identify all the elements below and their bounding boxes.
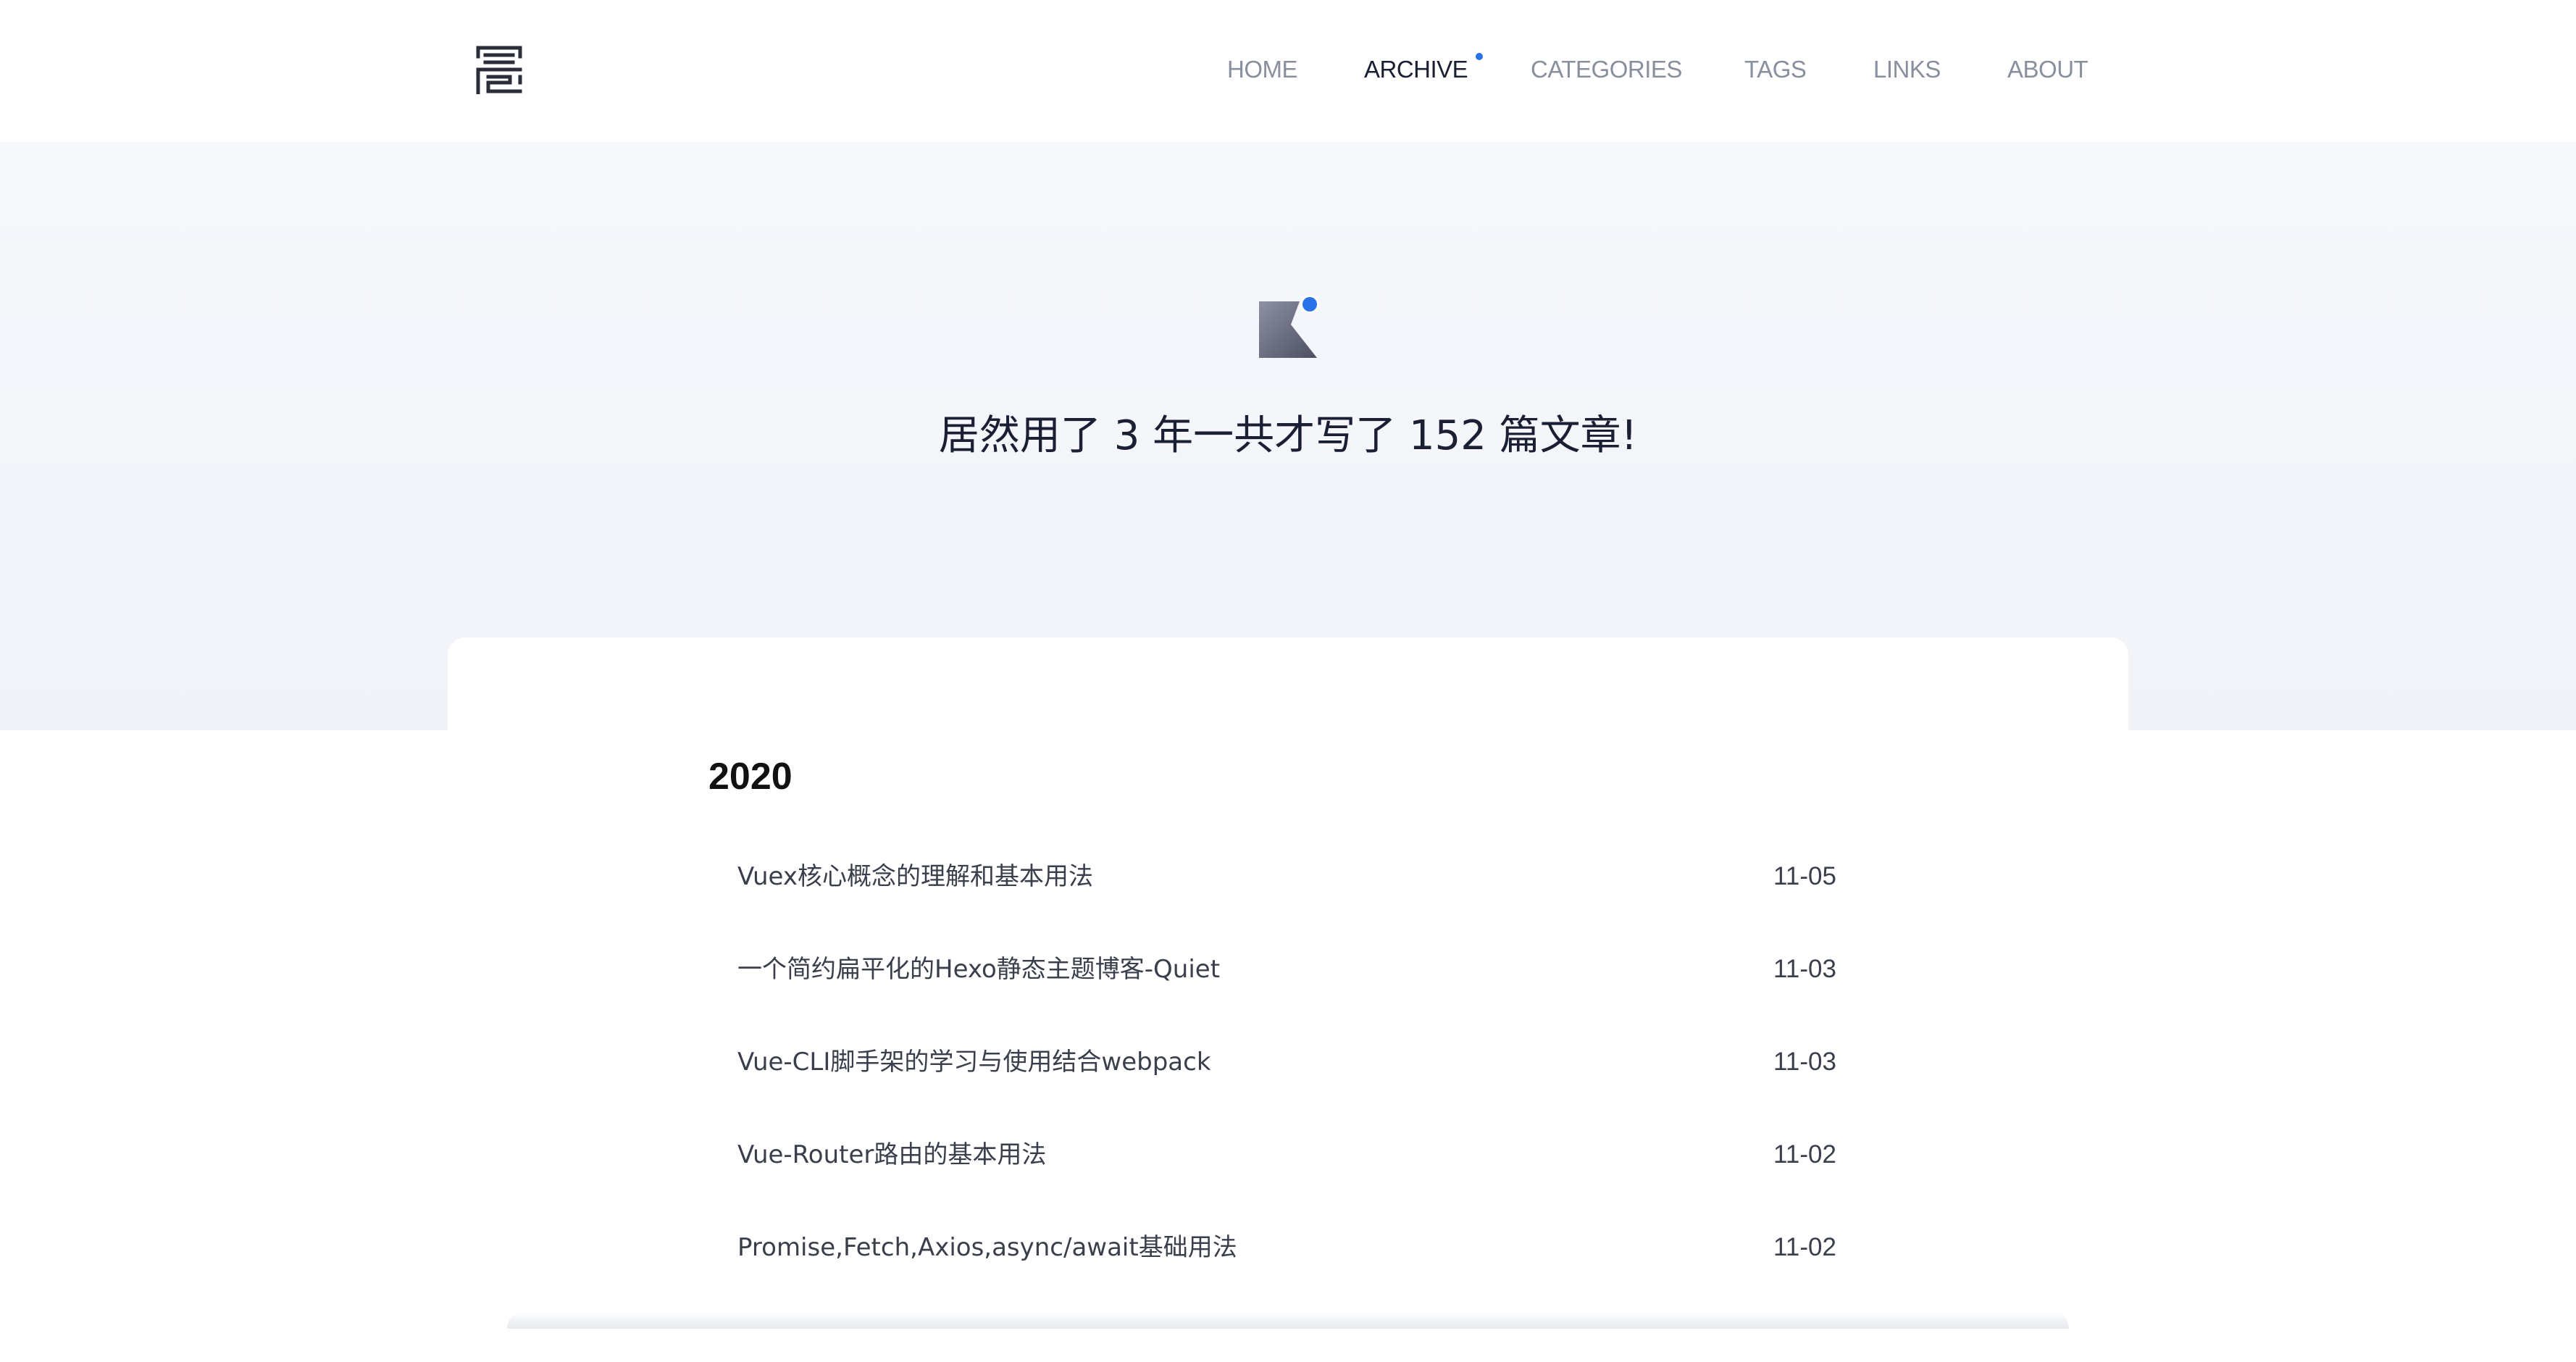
post-date: 11-03 <box>1773 1048 1836 1076</box>
post-item[interactable]: Vue-Router路由的基本用法 11-02 <box>737 1132 1839 1178</box>
post-date: 11-02 <box>1773 1233 1836 1261</box>
post-title[interactable]: 一个简约扁平化的Hexo静态主题博客-Quiet <box>737 953 1220 985</box>
nav-categories[interactable]: CATEGORIES <box>1531 55 1682 84</box>
post-date: 11-05 <box>1773 862 1836 890</box>
archive-badge-icon <box>1259 296 1319 358</box>
main-nav: HOME ARCHIVE CATEGORIES TAGS LINKS ABOUT <box>0 0 2576 142</box>
nav-home[interactable]: HOME <box>1227 55 1298 84</box>
post-item[interactable]: Promise,Fetch,Axios,async/await基础用法 11-0… <box>737 1224 1839 1271</box>
nav-archive[interactable]: ARCHIVE <box>1364 55 1468 84</box>
post-title[interactable]: Vuex核心概念的理解和基本用法 <box>737 861 1093 893</box>
hero-icon-wrapper <box>1258 296 1320 359</box>
post-date: 11-02 <box>1773 1140 1836 1169</box>
post-title[interactable]: Promise,Fetch,Axios,async/await基础用法 <box>737 1232 1237 1263</box>
site-header: HOME ARCHIVE CATEGORIES TAGS LINKS ABOUT <box>0 0 2576 142</box>
post-item[interactable]: Vue-CLI脚手架的学习与使用结合webpack 11-03 <box>737 1039 1839 1085</box>
nav-about[interactable]: ABOUT <box>2007 55 2088 84</box>
active-indicator-dot <box>1476 53 1483 60</box>
archive-summary-title: 居然用了 3 年一共才写了 152 篇文章! <box>938 412 1638 459</box>
scroll-shadow <box>507 1311 2069 1329</box>
post-date: 11-03 <box>1773 955 1836 983</box>
nav-links[interactable]: LINKS <box>1873 55 1941 84</box>
year-heading: 2020 <box>708 756 793 798</box>
nav-tags[interactable]: TAGS <box>1744 55 1807 84</box>
post-item[interactable]: 一个简约扁平化的Hexo静态主题博客-Quiet 11-03 <box>737 946 1839 993</box>
post-title[interactable]: Vue-CLI脚手架的学习与使用结合webpack <box>737 1046 1211 1078</box>
post-item[interactable]: Vuex核心概念的理解和基本用法 11-05 <box>737 853 1839 900</box>
post-title[interactable]: Vue-Router路由的基本用法 <box>737 1139 1046 1171</box>
